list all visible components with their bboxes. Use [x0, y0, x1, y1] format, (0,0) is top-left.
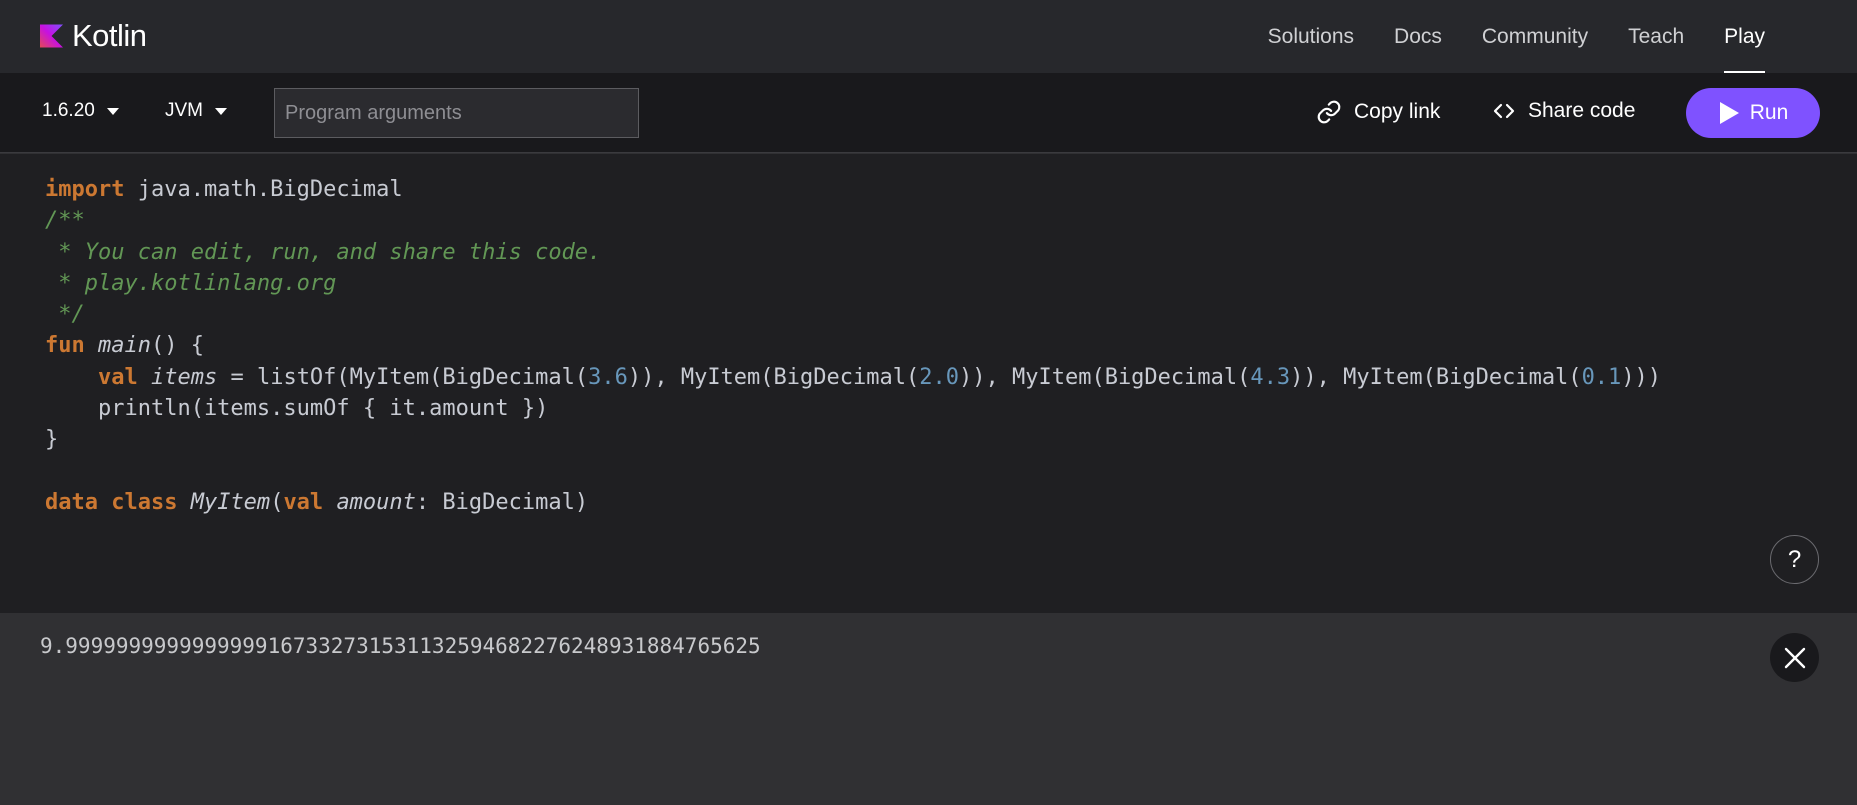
code-line: data class MyItem(val amount: BigDecimal…	[45, 487, 1661, 518]
code-token: 4.3	[1250, 364, 1291, 390]
code-line: println(items.sumOf { it.amount })	[45, 393, 1661, 424]
code-token: val	[97, 364, 138, 390]
question-icon: ?	[1787, 545, 1802, 573]
kotlin-logo-icon	[40, 24, 63, 48]
playground-toolbar: 1.6.20 JVM Copy link Share code Run	[0, 73, 1857, 153]
code-token: MyItem	[190, 489, 271, 515]
close-output-button[interactable]	[1770, 633, 1819, 682]
code-token: fun	[45, 333, 85, 359]
code-token: 2.0	[919, 364, 959, 390]
share-code-label: Share code	[1528, 99, 1636, 122]
nav-teach[interactable]: Teach	[1628, 0, 1684, 73]
nav-solutions[interactable]: Solutions	[1268, 0, 1354, 73]
target-value: JVM	[165, 100, 203, 121]
code-token: import	[45, 177, 125, 202]
link-icon	[1317, 100, 1341, 124]
version-value: 1.6.20	[42, 100, 95, 121]
code-token: 0.1	[1581, 364, 1622, 390]
code-token: : BigDecimal)	[415, 489, 589, 515]
code-token: /**	[45, 208, 85, 234]
code-token: 3.6	[588, 364, 628, 390]
code-line: * You can edit, run, and share this code…	[45, 237, 1661, 268]
code-line: fun main() {	[45, 330, 1661, 361]
code-line: * play.kotlinlang.org	[45, 268, 1661, 299]
code-editor[interactable]: import java.math.BigDecimal /** * You can…	[0, 154, 1857, 613]
code-token: val	[283, 489, 324, 515]
code-token: )), MyItem(BigDecimal(	[959, 364, 1251, 390]
caret-down-icon	[215, 107, 227, 115]
nav-play[interactable]: Play	[1724, 0, 1765, 73]
output-panel: 9.99999999999999991673327315311325946822…	[0, 613, 1857, 805]
program-arguments-input[interactable]	[274, 88, 639, 138]
run-label: Run	[1749, 101, 1789, 124]
code-token: */	[45, 302, 85, 328]
copy-link-button[interactable]: Copy link	[1316, 99, 1440, 125]
help-button[interactable]: ?	[1770, 535, 1819, 584]
code-token: amount	[336, 489, 416, 515]
code-icon	[1493, 103, 1515, 119]
code-line: }	[45, 424, 1661, 455]
code-content[interactable]: import java.math.BigDecimal /** * You can…	[45, 174, 1661, 518]
share-code-button[interactable]: Share code	[1492, 99, 1635, 123]
nav-docs[interactable]: Docs	[1394, 0, 1442, 73]
top-navigation: Kotlin Solutions Docs Community Teach Pl…	[0, 0, 1857, 73]
code-line: import java.math.BigDecimal	[45, 174, 1661, 205]
nav-community[interactable]: Community	[1482, 0, 1588, 73]
close-icon	[1784, 647, 1805, 668]
code-token: println(items.sumOf { it.amount })	[45, 396, 549, 422]
code-token: main	[98, 333, 151, 359]
code-token: * play.kotlinlang.org	[45, 270, 337, 296]
code-token: = listOf(MyItem(BigDecimal(	[217, 364, 589, 390]
version-select[interactable]: 1.6.20	[42, 100, 119, 122]
output-text: 9.99999999999999991673327315311325946822…	[40, 634, 761, 658]
code-token: )), MyItem(BigDecimal(	[1290, 364, 1582, 390]
code-token: )))	[1621, 364, 1662, 390]
code-line: val items = listOf(MyItem(BigDecimal(3.6…	[45, 362, 1661, 393]
code-line: */	[45, 299, 1661, 330]
code-token: java.math.BigDecimal	[124, 177, 403, 202]
code-token: )), MyItem(BigDecimal(	[627, 364, 920, 390]
code-line: /**	[45, 205, 1661, 236]
code-token: data class	[45, 489, 178, 515]
code-token: () {	[150, 333, 204, 359]
code-token: items	[150, 364, 218, 390]
copy-link-label: Copy link	[1354, 100, 1441, 123]
logo-text: Kotlin	[72, 18, 147, 53]
play-icon	[1719, 102, 1739, 124]
kotlin-logo[interactable]: Kotlin	[40, 18, 147, 54]
run-button[interactable]: Run	[1686, 88, 1820, 138]
code-token: (	[270, 489, 284, 515]
target-select[interactable]: JVM	[165, 100, 227, 122]
caret-down-icon	[106, 107, 119, 115]
code-token: }	[45, 427, 59, 453]
code-token: * You can edit, run, and share this code…	[45, 239, 602, 265]
nav-links: Solutions Docs Community Teach Play	[1228, 0, 1765, 73]
